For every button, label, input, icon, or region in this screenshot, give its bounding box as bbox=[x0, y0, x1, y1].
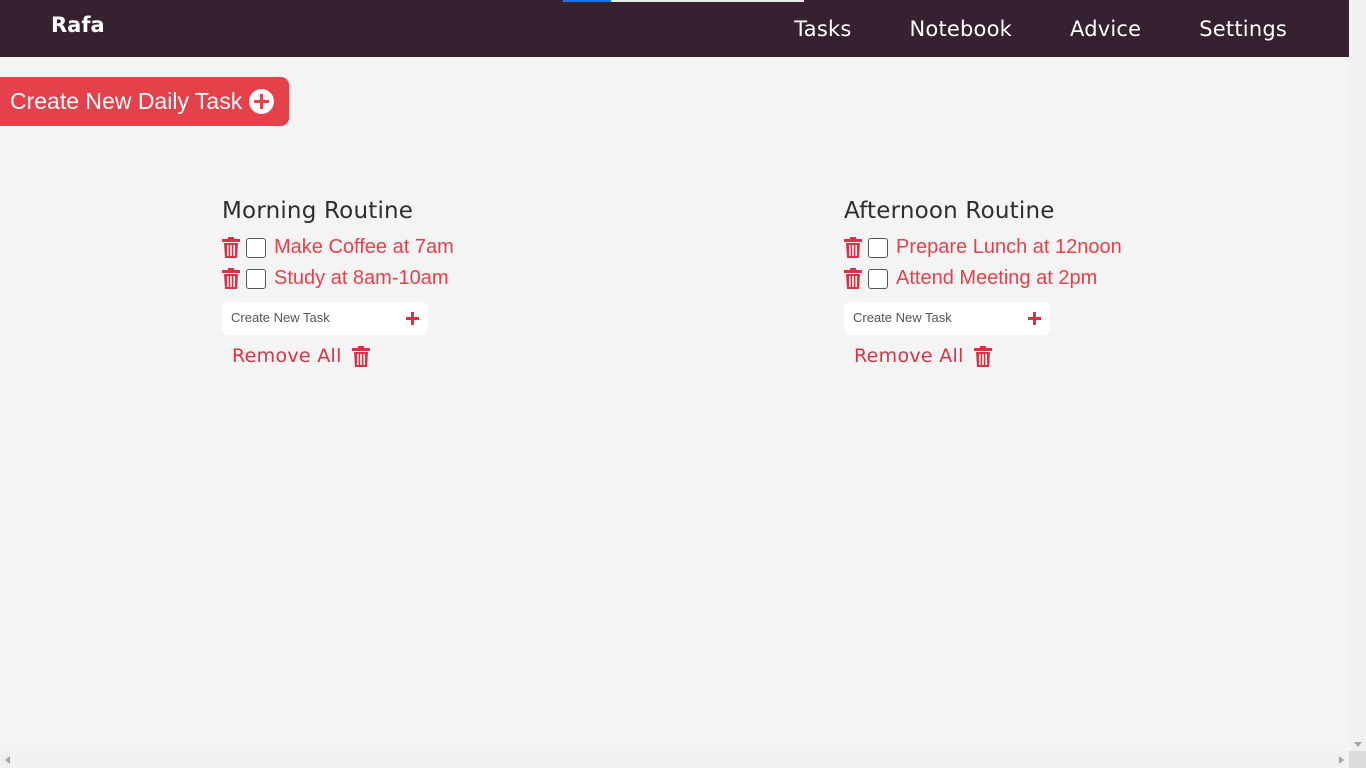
trash-icon[interactable] bbox=[844, 237, 862, 258]
vertical-scrollbar[interactable] bbox=[1349, 0, 1366, 751]
task-text: Make Coffee at 7am bbox=[274, 236, 454, 258]
remove-all-button[interactable]: Remove All bbox=[232, 343, 642, 369]
new-task-field bbox=[844, 302, 1050, 335]
plus-circle-icon bbox=[249, 89, 275, 114]
routine-card-afternoon: Afternoon Routine Prepare Lunch at 12noo… bbox=[844, 195, 1264, 369]
routine-card-morning: Morning Routine Make Coffee at 7am Study… bbox=[222, 195, 642, 369]
trash-icon bbox=[351, 345, 370, 367]
brand-logo[interactable]: Rafa bbox=[51, 13, 105, 37]
page-load-progress-fill bbox=[563, 0, 612, 2]
task-checkbox[interactable] bbox=[868, 237, 888, 258]
routine-title: Afternoon Routine bbox=[844, 198, 1055, 224]
remove-all-label: Remove All bbox=[232, 345, 342, 367]
plus-icon[interactable] bbox=[406, 312, 419, 325]
trash-icon bbox=[973, 345, 992, 367]
trash-icon[interactable] bbox=[222, 268, 240, 289]
routine-title: Morning Routine bbox=[222, 198, 414, 224]
nav-item-settings[interactable]: Settings bbox=[1199, 17, 1287, 41]
task-checkbox[interactable] bbox=[246, 268, 266, 289]
new-task-field bbox=[222, 302, 428, 335]
nav-links: Tasks Notebook Advice Settings bbox=[794, 0, 1287, 57]
trash-icon[interactable] bbox=[844, 268, 862, 289]
task-row: Attend Meeting at 2pm bbox=[844, 263, 1264, 294]
page: Rafa Tasks Notebook Advice Settings Crea… bbox=[0, 0, 1366, 768]
nav-item-notebook[interactable]: Notebook bbox=[910, 17, 1013, 41]
task-text: Study at 8am-10am bbox=[274, 267, 449, 289]
scroll-left-arrow-icon[interactable] bbox=[5, 756, 10, 764]
task-checkbox[interactable] bbox=[868, 268, 888, 289]
scroll-down-arrow-icon[interactable] bbox=[1354, 742, 1362, 747]
task-row: Study at 8am-10am bbox=[222, 263, 642, 294]
nav-item-tasks[interactable]: Tasks bbox=[794, 17, 851, 41]
nav-item-advice[interactable]: Advice bbox=[1070, 17, 1141, 41]
page-load-progress bbox=[563, 0, 804, 2]
create-daily-task-label: Create New Daily Task bbox=[10, 88, 243, 114]
remove-all-button[interactable]: Remove All bbox=[854, 343, 1264, 369]
new-task-input[interactable] bbox=[231, 310, 391, 325]
task-row: Make Coffee at 7am bbox=[222, 232, 642, 263]
scrollbar-corner bbox=[1349, 751, 1366, 768]
trash-icon[interactable] bbox=[222, 237, 240, 258]
task-checkbox[interactable] bbox=[246, 237, 266, 258]
plus-icon[interactable] bbox=[1028, 312, 1041, 325]
task-text: Prepare Lunch at 12noon bbox=[896, 236, 1122, 258]
create-daily-task-button[interactable]: Create New Daily Task bbox=[0, 77, 289, 126]
task-row: Prepare Lunch at 12noon bbox=[844, 232, 1264, 263]
horizontal-scrollbar[interactable] bbox=[0, 751, 1366, 768]
remove-all-label: Remove All bbox=[854, 345, 964, 367]
task-text: Attend Meeting at 2pm bbox=[896, 267, 1098, 289]
scroll-right-arrow-icon[interactable] bbox=[1339, 756, 1344, 764]
new-task-input[interactable] bbox=[853, 310, 1013, 325]
navbar: Rafa Tasks Notebook Advice Settings bbox=[0, 0, 1349, 57]
horizontal-scrollbar-thumb[interactable] bbox=[17, 754, 1332, 765]
